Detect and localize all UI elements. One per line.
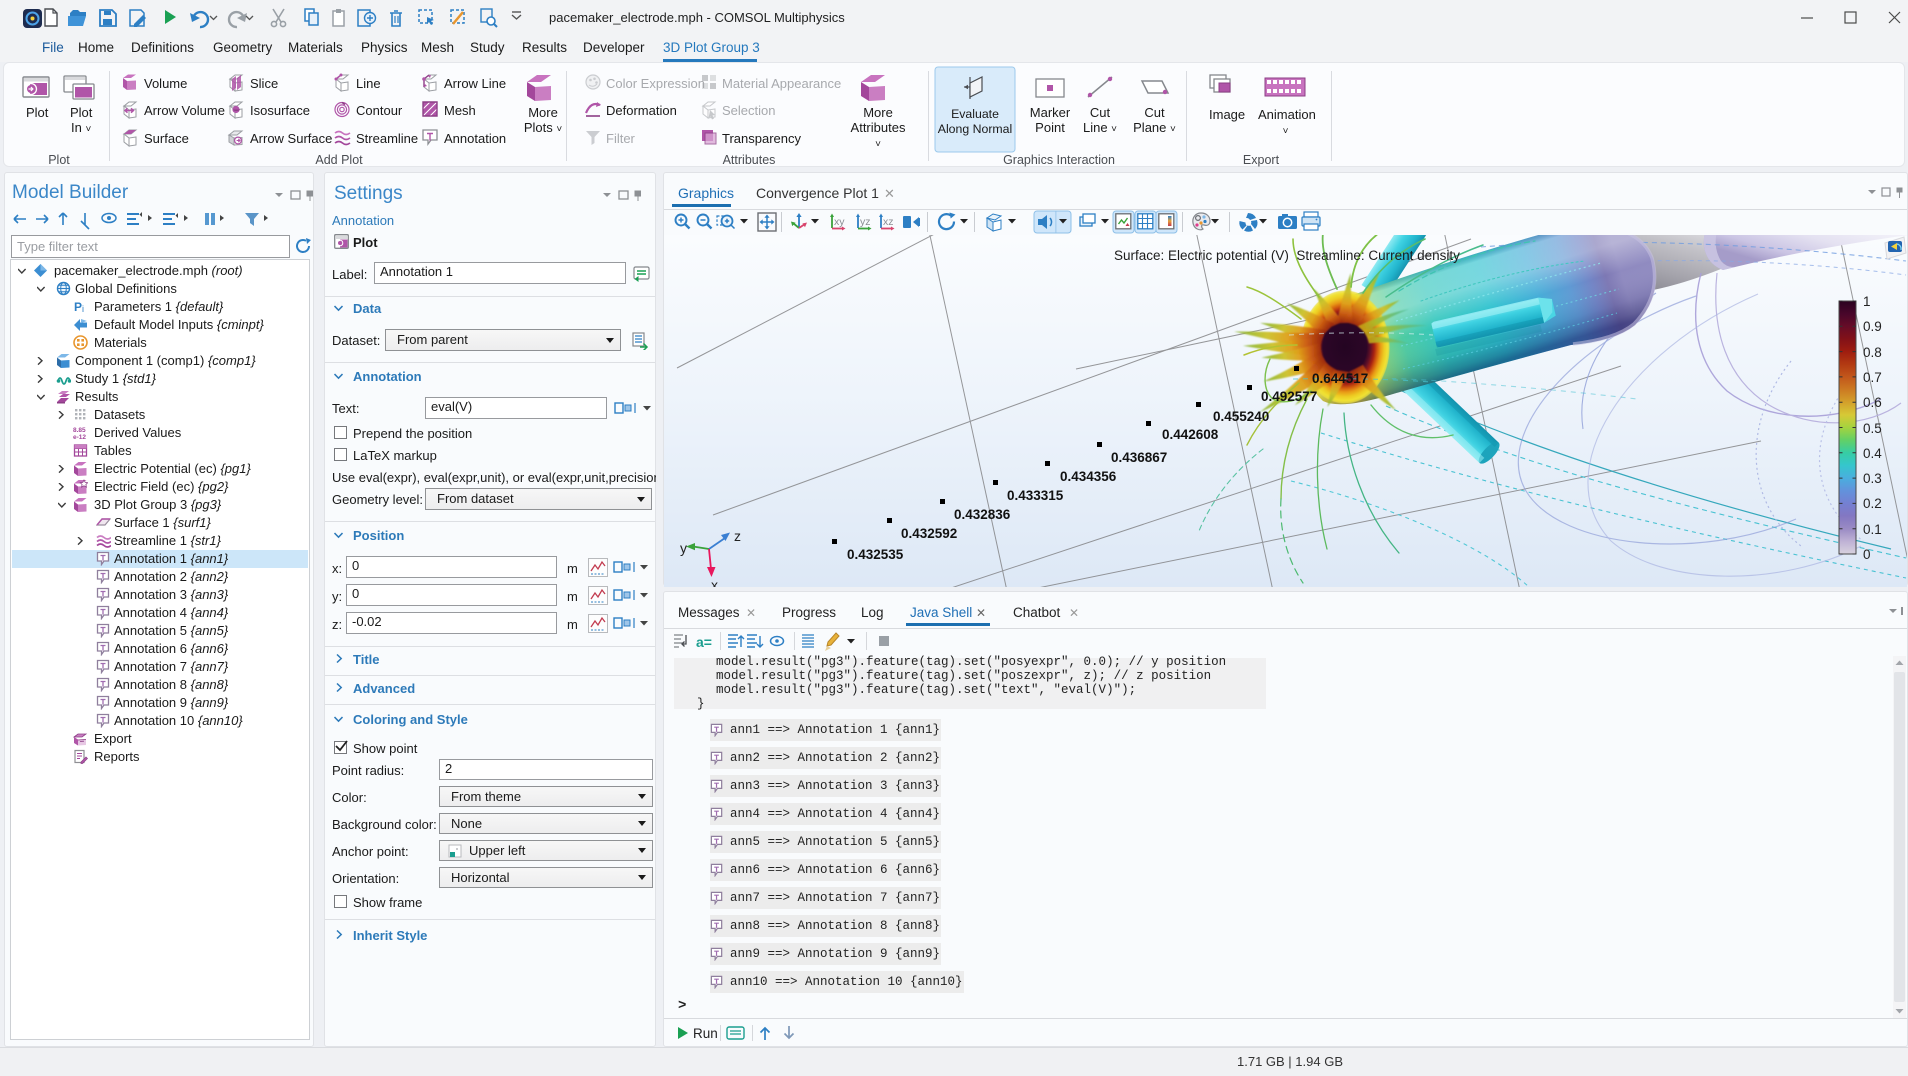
svg-text:0.7: 0.7: [1863, 370, 1882, 385]
svg-text:0.433315: 0.433315: [1007, 488, 1064, 503]
svg-text:xy: xy: [834, 216, 845, 228]
svg-text:1: 1: [1863, 294, 1871, 309]
svg-text:0.5: 0.5: [1863, 421, 1882, 436]
svg-text:0.8: 0.8: [1863, 345, 1882, 360]
svg-text:0.9: 0.9: [1863, 319, 1882, 334]
svg-text:0.436867: 0.436867: [1111, 450, 1167, 465]
svg-text:P: P: [74, 300, 82, 314]
svg-text:Surface: Electric potential (V: Surface: Electric potential (V) Streamli…: [1114, 248, 1460, 263]
svg-text:xz: xz: [883, 216, 894, 228]
svg-text:0: 0: [1863, 547, 1871, 562]
svg-text:0.434356: 0.434356: [1060, 469, 1117, 484]
svg-text:0.6: 0.6: [1863, 395, 1882, 410]
svg-text:0.2: 0.2: [1863, 496, 1882, 511]
svg-text:0.3: 0.3: [1863, 471, 1882, 486]
svg-text:0.442608: 0.442608: [1162, 427, 1219, 442]
svg-text:e-12: e-12: [73, 434, 86, 440]
svg-text:z: z: [734, 528, 741, 544]
svg-text:yz: yz: [860, 216, 871, 228]
svg-text:0.492577: 0.492577: [1261, 389, 1317, 404]
svg-text:0.455240: 0.455240: [1213, 409, 1269, 424]
svg-text:0.432592: 0.432592: [901, 526, 957, 541]
svg-text:0.432535: 0.432535: [847, 547, 904, 562]
svg-text:a=: a=: [696, 634, 712, 650]
svg-text:y: y: [680, 540, 687, 556]
svg-text:0.432836: 0.432836: [954, 507, 1011, 522]
svg-text:0.644517: 0.644517: [1312, 371, 1368, 386]
svg-text:x: x: [711, 577, 718, 587]
svg-text:0.1: 0.1: [1863, 522, 1882, 537]
svg-text:0.4: 0.4: [1863, 446, 1882, 461]
svg-text:8.85: 8.85: [73, 427, 86, 434]
svg-text:i: i: [82, 304, 84, 314]
